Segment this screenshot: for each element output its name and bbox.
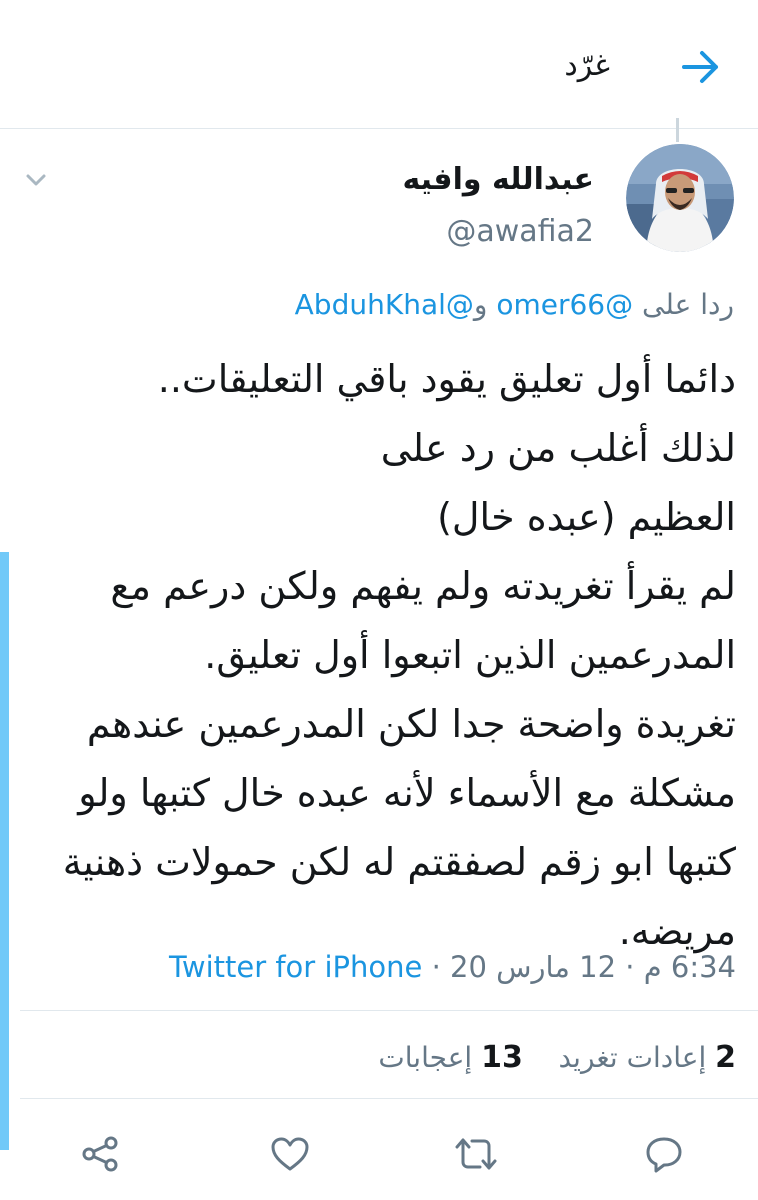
avatar[interactable] [626,144,734,252]
replying-to-label: ردا على [642,288,734,321]
tweet-line: العظيم (عبده خال) [437,495,736,539]
page-title: غرّد [564,48,610,83]
reply-icon[interactable] [640,1130,688,1178]
replying-to: ردا على @omer66 و@AbduhKhal [295,285,734,325]
likes-count: 13 [481,1040,523,1075]
like-icon[interactable] [266,1130,314,1178]
mention-link-omer66[interactable]: @omer66 [496,288,633,321]
tweet-meta: 6:34 م · 12 مارس 20 · Twitter for iPhone [169,945,736,989]
back-arrow-icon[interactable] [680,46,722,88]
mention-link-abduhkhal[interactable]: @AbduhKhal [295,288,474,321]
mention-conjunction: و [473,288,488,321]
tweet-line: المدرعمين الذين اتبعوا أول تعليق. [204,633,736,677]
retweets-count: 2 [715,1040,736,1075]
tweet-time: 6:34 م [643,950,736,984]
tweet-source-link[interactable]: Twitter for iPhone [169,950,422,984]
chevron-down-icon[interactable] [22,166,50,194]
tweet-date: 12 مارس 20 [450,950,617,984]
retweets-stat[interactable]: 2 إعادات تغريد [558,1040,736,1075]
tweet-stats: 2 إعادات تغريد 13 إعجابات [378,1036,736,1080]
retweet-icon[interactable] [452,1130,500,1178]
tweet-line: مشكلة مع الأسماء لأنه عبده خال كتبها ولو [78,771,736,815]
likes-label: إعجابات [378,1041,473,1074]
tweet-line: كتبها ابو زقم لصفقتم له لكن حمولات ذهنية [62,840,736,884]
share-icon[interactable] [76,1130,124,1178]
author-handle[interactable]: @awafia2 [446,212,594,252]
likes-stat[interactable]: 13 إعجابات [378,1040,523,1075]
tweet-text: دائما أول تعليق يقود باقي التعليقات.. لذ… [16,345,736,966]
divider [20,1010,758,1011]
retweets-label: إعادات تغريد [558,1041,707,1074]
action-bar [0,1130,758,1180]
scroll-edge-indicator [0,552,9,1150]
meta-separator: · [431,950,441,984]
top-bar: غرّد [0,0,758,129]
divider [20,1098,758,1099]
meta-separator: · [625,950,635,984]
tweet-line: لذلك أغلب من رد على [380,426,736,470]
tweet-line: دائما أول تعليق يقود باقي التعليقات.. [157,357,736,401]
tweet-line: لم يقرأ تغريدته ولم يفهم ولكن درعم مع [110,564,736,608]
thread-connector-line [676,118,679,142]
tweet-line: تغريدة واضحة جدا لكن المدرعمين عندهم [86,702,736,746]
author-name[interactable]: عبدالله وافيه [402,160,594,200]
